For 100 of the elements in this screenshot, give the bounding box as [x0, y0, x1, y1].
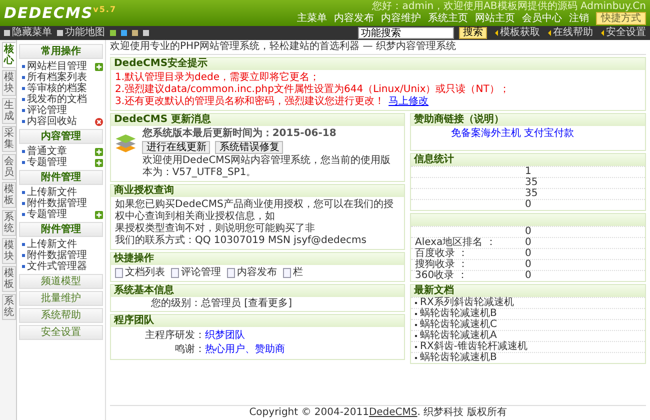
menu-item[interactable]: 普通文章 — [22, 146, 67, 157]
article-link[interactable]: 蜗轮齿轮减速机C — [415, 320, 497, 330]
menu-item[interactable]: 上传新文件 — [22, 239, 77, 250]
menu-item[interactable]: 评论管理 — [22, 105, 67, 116]
article-link[interactable]: 蜗轮齿轮减速机B — [415, 353, 497, 363]
menu-group-header[interactable]: 附件管理 — [19, 222, 103, 237]
stat-value: 1 — [525, 167, 532, 177]
update-button[interactable]: 系统错误修复 — [215, 141, 284, 154]
panel-title: DedeCMS 更新消息 — [111, 114, 404, 126]
stat-label: 360收录 ： — [415, 270, 468, 281]
quick-link[interactable]: 评论管理 — [171, 267, 221, 279]
field-label: 您的级别： — [150, 298, 201, 310]
stat-label: Alexa地区排名 ： — [415, 237, 496, 248]
fix-link[interactable]: 马上修改 — [388, 96, 429, 108]
article-link[interactable]: 蜗轮齿轮减速机A — [415, 331, 497, 341]
article-link[interactable]: RX系列斜齿轮减速机 — [415, 298, 514, 308]
stat-value: 0 — [525, 271, 532, 281]
article-link[interactable]: RX斜齿-锥齿轮杆减速机 — [415, 342, 528, 352]
field-label: 主程序研发： — [144, 330, 205, 342]
toolbar-link[interactable]: 隐藏菜单 — [4, 27, 52, 39]
sidebar-tab[interactable]: 模块 — [2, 238, 16, 264]
footer-link[interactable]: DedeCMS — [368, 407, 418, 418]
nav-link[interactable]: 注销 — [569, 12, 589, 24]
nav-link[interactable]: 内容发布 — [334, 12, 374, 24]
copyright-text: Copyright © 2004-2011 — [249, 407, 369, 418]
nav-link[interactable]: 系统主页 — [428, 12, 468, 24]
sidebar-tab[interactable]: 模板 — [2, 266, 16, 292]
greeting-text: 您好：admin，欢迎使用AB模板网提供的源码 Adminbuy.Cn — [372, 1, 646, 12]
panel-title: 系统基本信息 — [111, 285, 404, 297]
license-text: 我们的联系方式：QQ 10307019 MSN jsyf@dedecms — [115, 235, 368, 247]
logo: DEDECMS$^{v5.7}$ — [4, 4, 117, 22]
close-icon[interactable] — [95, 118, 103, 126]
sponsor-link[interactable]: 免备案海外主机 支付宝付款 — [451, 128, 574, 139]
nav-link[interactable]: 内容维护 — [381, 12, 421, 24]
panel-title: 信息统计 — [411, 154, 645, 166]
article-link[interactable]: 蜗轮齿轮减速机B — [415, 309, 497, 319]
menu-item[interactable]: 专题管理 — [22, 209, 67, 220]
menu-group-header[interactable]: 安全设置 — [19, 325, 103, 340]
sidebar-tab[interactable]: 采集 — [2, 126, 16, 152]
menu-item[interactable]: 网站栏目管理 — [22, 61, 87, 72]
menu-item[interactable]: 上传新文件 — [22, 187, 77, 198]
menu-item[interactable]: 所有档案列表 — [22, 72, 87, 83]
menu-item[interactable]: 附件数据管理 — [22, 250, 87, 261]
menu-item[interactable]: 专题管理 — [22, 157, 67, 168]
stat-value: 0 — [525, 227, 532, 237]
sidebar-tab[interactable]: 系统 — [2, 294, 16, 320]
stat-value: 35 — [525, 189, 538, 199]
warning-text: 3.还有更改默认的管理员名称和密码，强烈建议您进行更改！ — [115, 96, 385, 107]
plus-icon[interactable] — [95, 158, 103, 166]
plus-icon[interactable] — [95, 148, 103, 156]
quick-link[interactable]: 文档列表 — [115, 267, 165, 279]
menu-group-header[interactable]: 系统帮助 — [19, 308, 103, 323]
warning-text: 2.强烈建议data/common.inc.php文件属性设置为644（Linux/Unix）或只读（NT）； — [115, 84, 510, 96]
sidebar-tab[interactable]: 模板 — [2, 182, 16, 208]
menu-item[interactable]: 我发布的文档 — [22, 94, 87, 105]
toolbar-link[interactable]: 安全设置 — [598, 27, 646, 39]
team-link[interactable]: 热心用户、赞助商 — [205, 344, 285, 356]
menu-item[interactable]: 文件式管理器 — [22, 261, 87, 272]
menu-item[interactable]: 等审核的档案 — [22, 83, 87, 94]
stat-value: 0 — [525, 249, 532, 259]
nav-link[interactable]: 主菜单 — [297, 12, 327, 24]
version-text: 欢迎使用DedeCMS网站内容管理系统，您当前的使用版本为：V57_UTF8_SP1。 — [142, 155, 392, 179]
stat-value: 0 — [525, 238, 532, 248]
quick-link[interactable]: 内容发布 — [227, 267, 277, 279]
sidebar-tab[interactable]: 会员 — [2, 154, 16, 180]
nav-link[interactable]: 会员中心 — [522, 12, 562, 24]
stat-value: 0 — [525, 260, 532, 270]
sidebar-tab[interactable]: 模块 — [2, 70, 16, 96]
toolbar-link[interactable]: 在线帮助 — [545, 27, 593, 39]
search-field[interactable]: 功能搜索 — [358, 27, 454, 39]
menu-group-header[interactable]: 常用操作 — [19, 44, 103, 59]
sidebar-tab[interactable]: 系统 — [2, 210, 16, 236]
nav-link[interactable]: 网站主页 — [475, 12, 515, 24]
theme-swatch[interactable] — [121, 30, 127, 36]
team-link[interactable]: 织梦团队 — [205, 330, 245, 342]
menu-group-header[interactable]: 附件管理 — [19, 170, 103, 185]
plus-icon[interactable] — [95, 210, 103, 218]
stat-label: 百度收录 ： — [415, 248, 468, 259]
theme-swatch[interactable] — [132, 30, 138, 36]
field-label: 鸣谢： — [174, 344, 205, 356]
theme-swatch[interactable] — [110, 30, 116, 36]
menu-group-header[interactable]: 内容管理 — [19, 129, 103, 144]
sidebar-tab[interactable]: 核心 — [2, 42, 16, 68]
menu-group-header[interactable]: 批量维护 — [19, 291, 103, 306]
update-headline: 您系统版本最后更新时间为：2015-06-18 — [142, 128, 338, 140]
theme-swatch[interactable] — [143, 30, 149, 36]
license-text: 果授权类型查询不对，则说明您可能购买了非 — [115, 223, 316, 234]
panel-title: 商业授权查询 — [111, 185, 404, 197]
menu-item[interactable]: 附件数据管理 — [22, 198, 87, 209]
quick-link[interactable]: 栏 — [283, 267, 303, 279]
plus-icon[interactable] — [95, 62, 103, 70]
update-button[interactable]: 进行在线更新 — [142, 141, 210, 154]
toolbar-link[interactable]: 模板获取 — [492, 27, 540, 39]
shortcut-button[interactable]: 快捷方式 — [596, 12, 646, 25]
panel-title: 最新文档 — [411, 285, 645, 297]
menu-item[interactable]: 内容回收站 — [22, 116, 77, 127]
sidebar-tab[interactable]: 生成 — [2, 98, 16, 124]
toolbar-link[interactable]: 功能地图 — [57, 27, 105, 39]
menu-group-header[interactable]: 频道模型 — [19, 274, 103, 289]
search-button[interactable]: 搜索 — [459, 27, 487, 39]
